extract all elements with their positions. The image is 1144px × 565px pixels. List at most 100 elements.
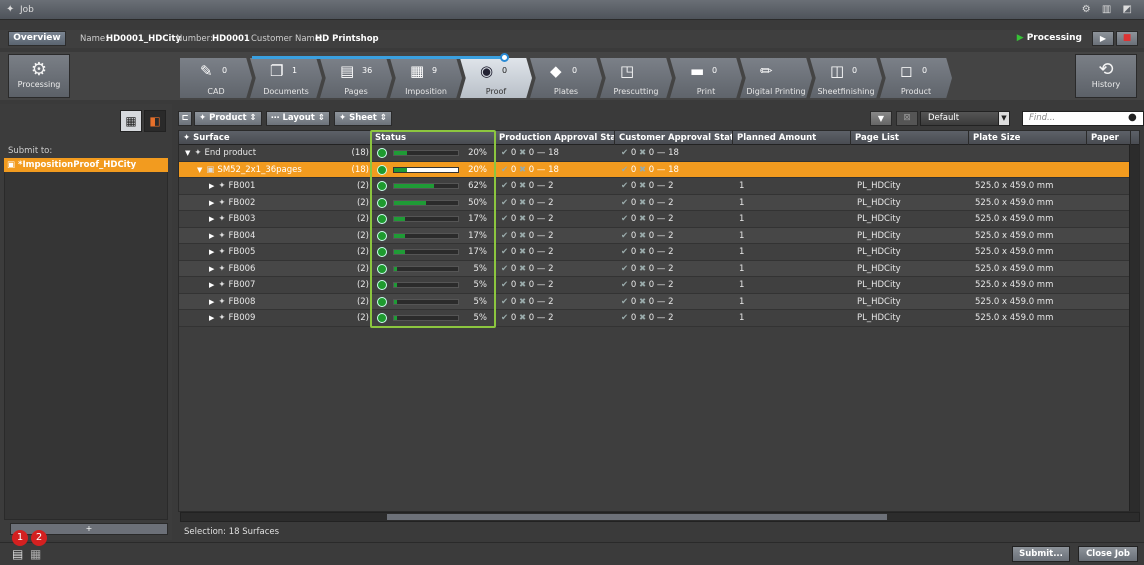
status-column-highlight <box>370 130 496 328</box>
surface-name: ▶ ✦ FB001 <box>209 181 256 191</box>
customer-approval: ✔ 0 ✖ 0 — 18 <box>621 148 679 158</box>
list-view-icon[interactable]: ▤ <box>12 547 23 561</box>
pending-icon: — <box>536 230 546 241</box>
expand-icon[interactable]: ▶ <box>209 215 214 223</box>
check-icon: ✔ <box>621 296 629 307</box>
window-controls[interactable]: ⚙ ▥ ◩ <box>1082 4 1136 15</box>
step-count: 0 <box>852 66 858 75</box>
plate-view-icon[interactable]: ◧ <box>144 110 166 132</box>
expand-icon[interactable]: ▶ <box>209 199 214 207</box>
reject-icon: ✖ <box>638 263 647 274</box>
col-paper[interactable]: Paper <box>1087 131 1131 145</box>
plate-size: 525.0 x 459.0 mm <box>975 247 1054 257</box>
reject-icon: ✖ <box>518 164 527 175</box>
filter-dropdown-icon[interactable]: ▼ <box>870 111 892 126</box>
sheet-grouping-button[interactable]: ✦ Sheet ⇕ <box>334 111 392 126</box>
workflow-step-digital-printing[interactable]: ✏ Digital Printing <box>740 58 812 98</box>
vertical-scrollbar[interactable] <box>1129 145 1139 511</box>
plate-size: 525.0 x 459.0 mm <box>975 181 1054 191</box>
job-number-value: HD0001 <box>212 34 250 44</box>
grid-view-icon[interactable]: ▦ <box>30 547 41 561</box>
scroll-thumb[interactable] <box>387 514 887 520</box>
check-icon: ✔ <box>621 197 629 208</box>
expand-icon[interactable]: ▶ <box>209 298 214 306</box>
table-row[interactable]: ▼ ✦ End product (18) 20% ✔ 0 ✖ 0 — 18 ✔ 0 ✖ 0 … <box>179 145 1135 162</box>
page-list: PL_HDCity <box>857 280 901 290</box>
pending-icon: — <box>536 313 546 323</box>
workflow-step-proof[interactable]: ◉ 0 Proof <box>460 58 532 98</box>
table-row[interactable]: ▶ ✦ FB008 (2) 5% ✔ 0 ✖ 0 — 2 ✔ 0 ✖ 0 — 2 1 PL_HD… <box>179 293 1135 310</box>
expand-icon[interactable]: ▶ <box>209 265 214 273</box>
col-surface[interactable]: ✦ Surface <box>179 131 371 145</box>
customer-approval: ✔ 0 ✖ 0 — 2 <box>621 230 674 241</box>
expand-icon[interactable]: ▼ <box>185 149 190 157</box>
col-customer-approval[interactable]: Customer Approval Status <box>615 131 733 145</box>
col-page-list[interactable]: Page List <box>851 131 969 145</box>
submit-button[interactable]: Submit... <box>1012 546 1070 562</box>
overview-button[interactable]: Overview <box>8 31 66 46</box>
step-label: Proof <box>485 87 507 96</box>
stop-button[interactable]: ■ <box>1116 31 1138 46</box>
chevron-down-icon[interactable]: ▼ <box>998 111 1010 126</box>
workflow-step-cad[interactable]: ✎ 0 CAD <box>180 58 252 98</box>
history-tile[interactable]: ⟲ History <box>1075 54 1137 98</box>
col-plate-size[interactable]: Plate Size <box>969 131 1087 145</box>
layout-grouping-button[interactable]: ⋯ Layout ⇕ <box>266 111 330 126</box>
workflow-step-imposition[interactable]: ▦ 9 Imposition <box>390 58 462 98</box>
sheet-view-icon[interactable]: ▦ <box>120 110 142 132</box>
product-grouping-button[interactable]: ✦ Product ⇕ <box>194 111 262 126</box>
table-row[interactable]: ▶ ✦ FB006 (2) 5% ✔ 0 ✖ 0 — 2 ✔ 0 ✖ 0 — 2 1 PL_HD… <box>179 260 1135 277</box>
workflow-step-print[interactable]: ▬ 0 Print <box>670 58 742 98</box>
pending-icon: — <box>656 148 666 158</box>
col-production-approval[interactable]: Production Approval Status <box>495 131 615 145</box>
step-count: 1 <box>292 66 298 75</box>
table-row[interactable]: ▶ ✦ FB009 (2) 5% ✔ 0 ✖ 0 — 2 ✔ 0 ✖ 0 — 2 1 PL_HD… <box>179 310 1135 327</box>
view-select[interactable]: Default <box>920 111 1008 126</box>
table-row[interactable]: ▶ ✦ FB001 (2) 62% ✔ 0 ✖ 0 — 2 ✔ 0 ✖ 0 — 2 1 PL_H… <box>179 178 1135 195</box>
workflow-step-product[interactable]: ◻ 0 Product <box>880 58 952 98</box>
table-row[interactable]: ▼ ▣ SM52_2x1_36pages (18) 20% ✔ 0 ✖ 0 — 18 ✔ 0… <box>179 161 1135 178</box>
expand-icon[interactable]: ▶ <box>209 281 214 289</box>
check-icon: ✔ <box>621 214 629 224</box>
submit-target-item[interactable]: ▣ *ImpositionProof_HDCity <box>4 158 168 172</box>
planned-amount: 1 <box>739 263 745 274</box>
search-icon[interactable]: ● <box>1128 112 1137 123</box>
plate-size: 525.0 x 459.0 mm <box>975 263 1054 274</box>
workflow-step-pages[interactable]: ▤ 36 Pages <box>320 58 392 98</box>
workflow-bar: ⚙ Processing ⟲ History ✎ 0 CAD ❐ 1 Documents ▤… <box>0 52 1144 100</box>
clear-filter-icon[interactable]: ⊠ <box>896 111 918 126</box>
customer-approval: ✔ 0 ✖ 0 — 2 <box>621 181 674 191</box>
pending-icon: — <box>656 230 666 241</box>
workflow-step-prescutting[interactable]: ◳ Prescutting <box>600 58 672 98</box>
find-input[interactable]: Find... <box>1022 111 1144 126</box>
close-job-button[interactable]: Close Job <box>1078 546 1138 562</box>
production-approval: ✔ 0 ✖ 0 — 2 <box>501 313 554 323</box>
workflow-step-plates[interactable]: ◆ 0 Plates <box>530 58 602 98</box>
start-button[interactable]: ▶ <box>1092 31 1114 46</box>
processing-tile[interactable]: ⚙ Processing <box>8 54 70 98</box>
page-list: PL_HDCity <box>857 296 901 307</box>
page-list: PL_HDCity <box>857 247 901 257</box>
pending-icon: — <box>656 164 666 175</box>
table-row[interactable]: ▶ ✦ FB004 (2) 17% ✔ 0 ✖ 0 — 2 ✔ 0 ✖ 0 — 2 1 PL_H… <box>179 227 1135 244</box>
expand-icon[interactable]: ▶ <box>209 248 214 256</box>
workflow-step-sheetfinishing[interactable]: ◫ 0 Sheetfinishing <box>810 58 882 98</box>
horizontal-scrollbar[interactable] <box>180 512 1140 522</box>
expand-icon[interactable]: ▼ <box>197 166 202 174</box>
table-row[interactable]: ▶ ✦ FB003 (2) 17% ✔ 0 ✖ 0 — 2 ✔ 0 ✖ 0 — 2 1 PL_H… <box>179 211 1135 228</box>
workflow-step-documents[interactable]: ❐ 1 Documents <box>250 58 322 98</box>
production-approval: ✔ 0 ✖ 0 — 2 <box>501 280 554 290</box>
job-info-bar: Overview Name: HD0001_HDCity Number: HD0… <box>0 30 1144 48</box>
table-row[interactable]: ▶ ✦ FB002 (2) 50% ✔ 0 ✖ 0 — 2 ✔ 0 ✖ 0 — 2 1 PL_H… <box>179 194 1135 211</box>
page-list: PL_HDCity <box>857 181 901 191</box>
expand-icon[interactable]: ▶ <box>209 232 214 240</box>
surface-count: (2) <box>356 214 369 224</box>
collapse-icon[interactable]: ⊏ <box>178 111 192 126</box>
table-row[interactable]: ▶ ✦ FB007 (2) 5% ✔ 0 ✖ 0 — 2 ✔ 0 ✖ 0 — 2 1 PL_HD… <box>179 277 1135 294</box>
table-row[interactable]: ▶ ✦ FB005 (2) 17% ✔ 0 ✖ 0 — 2 ✔ 0 ✖ 0 — 2 1 PL_H… <box>179 244 1135 261</box>
col-planned-amount[interactable]: Planned Amount <box>733 131 851 145</box>
expand-icon[interactable]: ▶ <box>209 182 214 190</box>
page-list: PL_HDCity <box>857 230 901 241</box>
check-icon: ✔ <box>501 214 509 224</box>
expand-icon[interactable]: ▶ <box>209 314 214 322</box>
